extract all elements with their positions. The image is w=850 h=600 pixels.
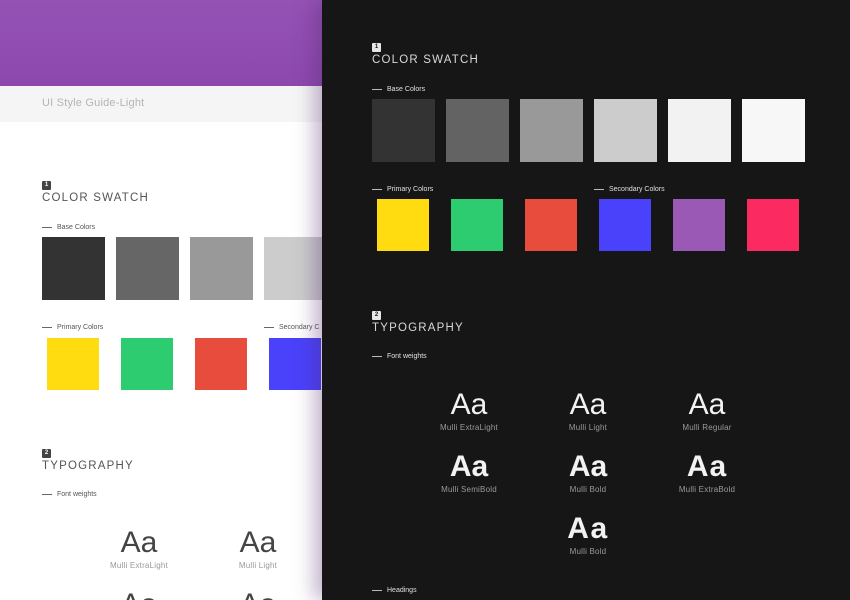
primary-color-swatch[interactable]	[377, 199, 429, 251]
dash-icon	[372, 189, 382, 190]
primary-color-swatch[interactable]	[195, 338, 247, 390]
base-color-swatch[interactable]	[116, 237, 179, 300]
dash-icon	[372, 590, 382, 591]
section-number-badge: 1	[372, 43, 381, 52]
section-title-color-swatch: COLOR SWATCH	[42, 192, 150, 204]
font-weight-name: Mulli Regular	[682, 423, 732, 432]
base-colors-label: Base Colors	[42, 224, 95, 231]
base-color-swatch[interactable]	[446, 99, 509, 162]
secondary-colors-label: Secondary C	[264, 324, 319, 331]
dash-icon	[42, 494, 52, 495]
section-title-typography: TYPOGRAPHY	[372, 322, 464, 334]
font-specimen-light: Aa Mulli Light	[198, 526, 318, 570]
font-glyph: Aa	[449, 450, 489, 483]
secondary-color-swatch[interactable]	[673, 199, 725, 251]
primary-colors-label: Primary Colors	[372, 186, 433, 193]
primary-color-swatch[interactable]	[47, 338, 99, 390]
base-color-swatch[interactable]	[668, 99, 731, 162]
primary-color-swatch[interactable]	[525, 199, 577, 251]
font-specimen-extrabold: Aa Mulli ExtraBold	[647, 450, 767, 494]
base-color-swatch[interactable]	[42, 237, 105, 300]
section-number-badge: 1	[42, 181, 51, 190]
base-color-swatch[interactable]	[594, 99, 657, 162]
base-color-swatch[interactable]	[264, 237, 327, 300]
base-color-swatch[interactable]	[190, 237, 253, 300]
font-weight-name: Mulli Light	[568, 423, 608, 432]
font-specimen-regular: Aa Mulli Regular	[647, 388, 767, 432]
primary-colors-label: Primary Colors	[42, 324, 103, 331]
font-weight-name: Mulli SemiBold	[441, 485, 497, 494]
primary-color-swatch[interactable]	[451, 199, 503, 251]
section-title-typography: TYPOGRAPHY	[42, 460, 134, 472]
font-weights-label: Font weights	[372, 353, 427, 360]
font-specimen-bold: Aa Mulli Bold	[528, 450, 648, 494]
base-colors-label: Base Colors	[372, 86, 425, 93]
font-glyph: Aa	[569, 388, 607, 421]
font-weight-name: Mulli Bold	[569, 485, 607, 494]
base-color-swatch[interactable]	[372, 99, 435, 162]
dash-icon	[42, 327, 52, 328]
dark-style-guide-panel: 1 COLOR SWATCH Base Colors Primary Color…	[322, 0, 850, 600]
font-glyph: Aa	[688, 388, 726, 421]
light-header-banner	[0, 0, 330, 86]
dash-icon	[264, 327, 274, 328]
section-number-badge: 2	[42, 449, 51, 458]
font-glyph: Aa	[567, 512, 609, 545]
headings-label: Headings	[372, 587, 417, 594]
font-glyph: Aa	[120, 526, 158, 559]
font-specimen-extralight: Aa Mulli ExtraLight	[79, 526, 199, 570]
secondary-colors-label: Secondary Colors	[594, 186, 665, 193]
font-glyph: Aa	[79, 588, 199, 600]
font-glyph: Aa	[568, 450, 608, 483]
section-number-badge: 2	[372, 311, 381, 320]
font-glyph: Aa	[686, 450, 728, 483]
font-weights-label: Font weights	[42, 491, 97, 498]
secondary-color-swatch[interactable]	[269, 338, 321, 390]
font-weight-name: Mulli Light	[238, 561, 278, 570]
dash-icon	[594, 189, 604, 190]
font-weight-name: Mulli Bold	[569, 547, 607, 556]
font-weight-name: Mulli ExtraBold	[678, 485, 736, 494]
base-color-swatch[interactable]	[742, 99, 805, 162]
light-style-guide-panel: UI Style Guide-Light 1 COLOR SWATCH Base…	[0, 0, 330, 600]
primary-color-swatch[interactable]	[121, 338, 173, 390]
section-title-color-swatch: COLOR SWATCH	[372, 54, 480, 66]
font-specimen-extralight: Aa Mulli ExtraLight	[409, 388, 529, 432]
secondary-color-swatch[interactable]	[747, 199, 799, 251]
base-color-swatch[interactable]	[520, 99, 583, 162]
dash-icon	[42, 227, 52, 228]
font-glyph: Aa	[198, 588, 318, 600]
page-title: UI Style Guide-Light	[42, 97, 145, 109]
font-specimen-partial: Aa	[79, 588, 199, 600]
font-specimen-light: Aa Mulli Light	[528, 388, 648, 432]
font-weight-name: Mulli ExtraLight	[110, 561, 168, 570]
font-specimen-partial: Aa	[198, 588, 318, 600]
font-glyph: Aa	[450, 388, 488, 421]
font-specimen-semibold: Aa Mulli SemiBold	[409, 450, 529, 494]
dash-icon	[372, 89, 382, 90]
dash-icon	[372, 356, 382, 357]
font-weight-name: Mulli ExtraLight	[440, 423, 498, 432]
secondary-color-swatch[interactable]	[599, 199, 651, 251]
font-glyph: Aa	[239, 526, 277, 559]
font-specimen-black: Aa Mulli Bold	[528, 512, 648, 556]
